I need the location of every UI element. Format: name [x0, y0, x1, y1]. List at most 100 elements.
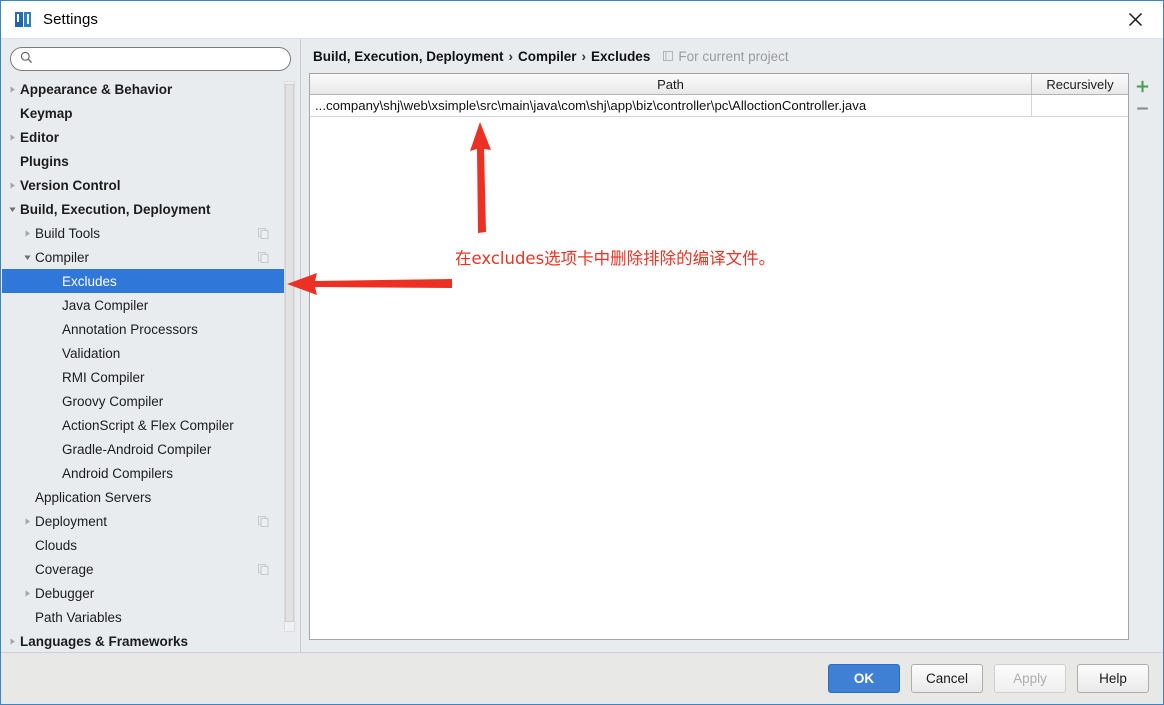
breadcrumb-separator: › — [581, 48, 587, 64]
sidebar-scrollbar-thumb[interactable] — [285, 84, 294, 622]
sidebar-item-editor[interactable]: Editor — [2, 125, 285, 149]
settings-sidebar: Appearance & Behavior Keymap Editor Plugins… — [1, 39, 301, 652]
copy-settings-icon[interactable] — [258, 563, 269, 578]
cell-path[interactable]: ...company\shj\web\xsimple\src\main\java… — [310, 95, 1032, 116]
search-container — [1, 39, 300, 77]
sidebar-item-path-variables[interactable]: Path Variables — [2, 605, 285, 629]
sidebar-item-build-execution-deployment[interactable]: Build, Execution, Deployment — [2, 197, 285, 221]
chevron-right-icon[interactable] — [5, 85, 20, 94]
project-scope-label: For current project — [678, 48, 789, 64]
chevron-right-icon — [10, 637, 15, 645]
sidebar-item-label: Validation — [62, 345, 121, 361]
sidebar-item-deployment[interactable]: Deployment — [2, 509, 285, 533]
sidebar-item-rmi-compiler[interactable]: RMI Compiler — [2, 365, 285, 389]
sidebar-item-plugins[interactable]: Plugins — [2, 149, 285, 173]
sidebar-item-label: Editor — [20, 129, 59, 145]
search-input[interactable] — [38, 50, 268, 68]
ok-button[interactable]: OK — [828, 664, 900, 693]
chevron-down-icon — [9, 207, 16, 212]
chevron-right-icon — [25, 589, 30, 597]
copy-settings-icon[interactable] — [258, 251, 269, 266]
table-row[interactable]: ...company\shj\web\xsimple\src\main\java… — [310, 95, 1128, 117]
chevron-right-icon[interactable] — [20, 517, 35, 526]
module-icon — [662, 50, 674, 62]
copy-settings-icon[interactable] — [258, 515, 269, 530]
sidebar-item-label: Excludes — [62, 273, 117, 289]
sidebar-item-excludes[interactable]: Excludes — [2, 269, 285, 293]
sidebar-item-appearance-behavior[interactable]: Appearance & Behavior — [2, 77, 285, 101]
sidebar-item-clouds[interactable]: Clouds — [2, 533, 285, 557]
chevron-right-icon — [10, 181, 15, 189]
sidebar-item-groovy-compiler[interactable]: Groovy Compiler — [2, 389, 285, 413]
help-button[interactable]: Help — [1077, 664, 1149, 693]
chevron-down-icon — [24, 255, 31, 260]
chevron-down-icon[interactable] — [5, 205, 20, 214]
sidebar-item-keymap[interactable]: Keymap — [2, 101, 285, 125]
chevron-right-icon — [25, 517, 30, 525]
sidebar-item-validation[interactable]: Validation — [2, 341, 285, 365]
chevron-right-icon — [10, 133, 15, 141]
sidebar-item-android-compilers[interactable]: Android Compilers — [2, 461, 285, 485]
project-scope-indicator: For current project — [662, 48, 789, 64]
sidebar-item-version-control[interactable]: Version Control — [2, 173, 285, 197]
copy-icon — [258, 252, 269, 263]
sidebar-item-actionscript-flex-compiler[interactable]: ActionScript & Flex Compiler — [2, 413, 285, 437]
sidebar-item-label: Build, Execution, Deployment — [20, 201, 211, 217]
sidebar-item-build-tools[interactable]: Build Tools — [2, 221, 285, 245]
sidebar-item-label: ActionScript & Flex Compiler — [62, 417, 234, 433]
chevron-right-icon — [10, 85, 15, 93]
sidebar-item-label: Plugins — [20, 153, 69, 169]
column-header-recursively[interactable]: Recursively — [1032, 74, 1128, 94]
chevron-right-icon[interactable] — [5, 133, 20, 142]
title-bar: Settings — [1, 1, 1163, 39]
settings-content: Build, Execution, Deployment › Compiler … — [301, 39, 1163, 652]
breadcrumb-separator: › — [508, 48, 514, 64]
sidebar-item-label: Languages & Frameworks — [20, 633, 189, 649]
sidebar-item-label: Compiler — [35, 249, 90, 265]
sidebar-scrollbar[interactable] — [284, 81, 295, 632]
column-header-path[interactable]: Path — [310, 74, 1032, 94]
copy-icon — [258, 228, 269, 239]
sidebar-item-annotation-processors[interactable]: Annotation Processors — [2, 317, 285, 341]
chevron-right-icon[interactable] — [20, 589, 35, 598]
close-icon[interactable] — [1113, 4, 1157, 34]
sidebar-item-compiler[interactable]: Compiler — [2, 245, 285, 269]
sidebar-item-label: Version Control — [20, 177, 121, 193]
sidebar-item-coverage[interactable]: Coverage — [2, 557, 285, 581]
settings-tree: Appearance & Behavior Keymap Editor Plugins… — [2, 77, 285, 652]
table-header-row: Path Recursively — [310, 74, 1128, 95]
chevron-down-icon[interactable] — [20, 253, 35, 262]
sidebar-item-java-compiler[interactable]: Java Compiler — [2, 293, 285, 317]
breadcrumb-item-1[interactable]: Compiler — [518, 49, 577, 64]
add-exclude-button[interactable] — [1131, 75, 1153, 97]
chevron-right-icon[interactable] — [5, 181, 20, 190]
settings-dialog: Settings Appearance & Behavior Keymap Ed… — [0, 0, 1164, 705]
sidebar-item-languages-frameworks[interactable]: Languages & Frameworks — [2, 629, 285, 652]
excludes-table-panel: Path Recursively ...company\shj\web\xsim… — [309, 73, 1155, 640]
sidebar-item-application-servers[interactable]: Application Servers — [2, 485, 285, 509]
sidebar-item-label: Keymap — [20, 105, 73, 121]
remove-exclude-button[interactable] — [1131, 97, 1153, 119]
chevron-right-icon — [25, 229, 30, 237]
breadcrumb-item-0[interactable]: Build, Execution, Deployment — [313, 49, 504, 64]
sidebar-item-gradle-android-compiler[interactable]: Gradle-Android Compiler — [2, 437, 285, 461]
search-icon — [20, 51, 33, 67]
breadcrumb-item-2[interactable]: Excludes — [591, 49, 650, 64]
cancel-button[interactable]: Cancel — [911, 664, 983, 693]
copy-icon — [258, 564, 269, 575]
excludes-table: Path Recursively ...company\shj\web\xsim… — [309, 73, 1129, 640]
apply-button: Apply — [994, 664, 1066, 693]
sidebar-item-label: Java Compiler — [62, 297, 149, 313]
sidebar-item-label: Annotation Processors — [62, 321, 198, 337]
sidebar-item-label: Gradle-Android Compiler — [62, 441, 212, 457]
sidebar-item-label: Deployment — [35, 513, 108, 529]
table-body: ...company\shj\web\xsimple\src\main\java… — [310, 95, 1128, 639]
chevron-right-icon[interactable] — [20, 229, 35, 238]
chevron-right-icon[interactable] — [5, 637, 20, 646]
settings-tree-scroll: Appearance & Behavior Keymap Editor Plugins… — [2, 77, 300, 652]
cell-recursively[interactable] — [1032, 95, 1128, 116]
sidebar-item-debugger[interactable]: Debugger — [2, 581, 285, 605]
copy-settings-icon[interactable] — [258, 227, 269, 242]
search-box[interactable] — [10, 47, 291, 71]
sidebar-item-label: Build Tools — [35, 225, 101, 241]
